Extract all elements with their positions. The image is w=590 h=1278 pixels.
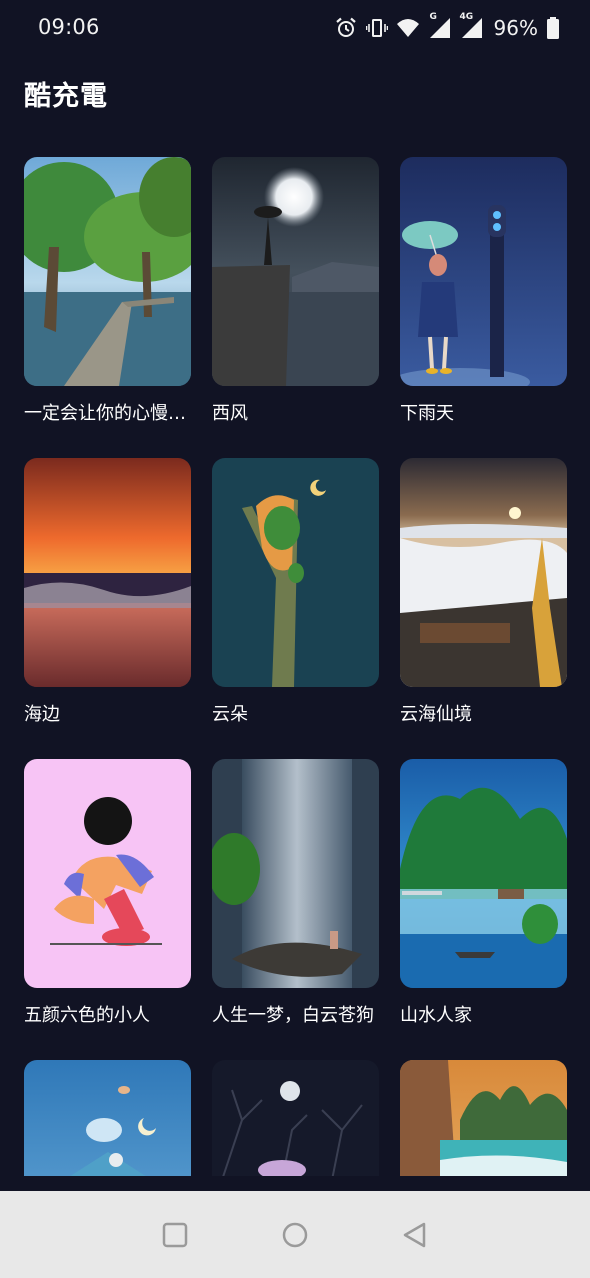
wallpaper-card[interactable] xyxy=(24,1060,191,1176)
status-time: 09:06 xyxy=(38,15,100,39)
wallpaper-title: 云海仙境 xyxy=(400,704,472,725)
wallpaper-title: 海边 xyxy=(24,704,60,725)
wallpaper-title: 一定会让你的心慢慢安静下来 xyxy=(24,403,191,424)
wallpaper-card[interactable]: 海边 xyxy=(24,458,191,726)
wallpaper-card[interactable]: 一定会让你的心慢慢安静下来 xyxy=(24,157,191,425)
battery-icon xyxy=(547,17,559,39)
wallpaper-card[interactable]: 西风 xyxy=(212,157,379,425)
wallpaper-title: 五颜六色的小人 xyxy=(24,1005,150,1026)
status-icons: G 4G 96% xyxy=(334,12,560,42)
page-title: 酷充電 xyxy=(24,81,108,112)
signal-4g-icon xyxy=(461,18,482,38)
wallpaper-card[interactable]: 人生一梦，白云苍狗 xyxy=(212,759,379,1027)
wallpaper-thumbnail[interactable] xyxy=(24,1060,191,1176)
battery-percent: 96% xyxy=(493,16,538,40)
wallpaper-card[interactable] xyxy=(400,1060,567,1176)
wallpaper-thumbnail[interactable] xyxy=(212,157,379,386)
wallpaper-card[interactable]: 云海仙境 xyxy=(400,458,567,726)
wallpaper-card[interactable]: 下雨天 xyxy=(400,157,567,425)
wallpaper-thumbnail[interactable] xyxy=(400,759,567,988)
wallpaper-title: 山水人家 xyxy=(400,1005,472,1026)
wallpaper-thumbnail[interactable] xyxy=(212,759,379,988)
wallpaper-card[interactable]: 五颜六色的小人 xyxy=(24,759,191,1027)
signal-g-group: G xyxy=(428,12,452,40)
wallpaper-title: 人生一梦，白云苍狗 xyxy=(212,1005,374,1026)
vibrate-icon xyxy=(365,19,388,37)
signal-icon xyxy=(429,18,450,38)
navigation-bar xyxy=(0,1191,590,1278)
wallpaper-thumbnail[interactable] xyxy=(400,458,567,687)
status-bar: 09:06 G 4G 96% xyxy=(0,0,590,56)
wallpaper-card[interactable]: 云朵 xyxy=(212,458,379,726)
back-button[interactable] xyxy=(400,1220,430,1250)
wallpaper-thumbnail[interactable] xyxy=(212,458,379,687)
alarm-icon xyxy=(335,17,356,37)
wallpaper-title: 云朵 xyxy=(212,704,248,725)
wallpaper-thumbnail[interactable] xyxy=(24,759,191,988)
wallpaper-thumbnail[interactable] xyxy=(24,157,191,386)
wallpaper-title: 下雨天 xyxy=(400,403,454,424)
signal-4g-group: 4G xyxy=(460,12,484,40)
wallpaper-card[interactable]: 山水人家 xyxy=(400,759,567,1027)
home-button[interactable] xyxy=(280,1220,310,1250)
wallpaper-thumbnail[interactable] xyxy=(212,1060,379,1176)
wallpaper-thumbnail[interactable] xyxy=(24,458,191,687)
wifi-icon xyxy=(396,19,419,37)
wallpaper-thumbnail[interactable] xyxy=(400,1060,567,1176)
wallpaper-thumbnail[interactable] xyxy=(400,157,567,386)
recents-button[interactable] xyxy=(160,1220,190,1250)
wallpaper-title: 西风 xyxy=(212,403,248,424)
wallpaper-card[interactable] xyxy=(212,1060,379,1176)
wallpaper-grid[interactable]: 一定会让你的心慢慢安静下来 xyxy=(0,156,590,1176)
